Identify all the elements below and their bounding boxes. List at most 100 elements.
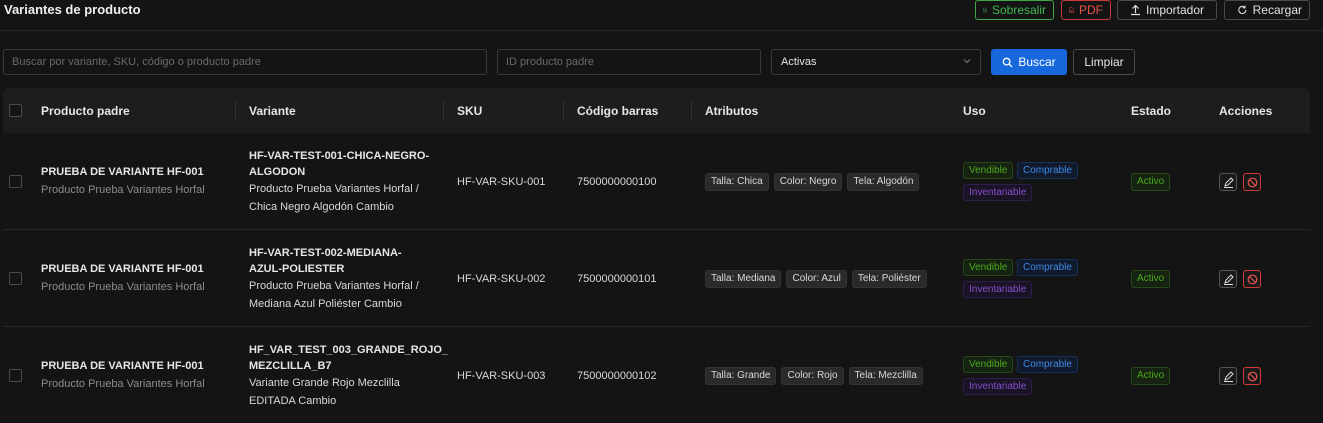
usage-tag-sellable: Vendible	[963, 259, 1014, 276]
importer-button[interactable]: Importador	[1117, 0, 1217, 20]
variant-description-line: Mediana Azul Poliéster Cambio	[249, 298, 402, 310]
column-divider	[691, 101, 692, 121]
export-excel-button[interactable]: Sobresalir	[975, 0, 1054, 20]
column-header: Acciones	[1219, 104, 1273, 118]
column-header[interactable]: SKU	[457, 104, 482, 118]
table-row: PRUEBA DE VARIANTE HF-001 Producto Prueb…	[3, 133, 1310, 230]
attributes-list: Talla: Mediana Color: Azul Tela: Poliést…	[705, 270, 927, 288]
parent-product-subtitle: Producto Prueba Variantes Horfal	[41, 184, 205, 196]
variant-code-line: MEZCLILLA_B7	[249, 360, 332, 372]
pdf-file-icon	[1069, 7, 1074, 13]
table-row: PRUEBA DE VARIANTE HF-001 Producto Prueb…	[3, 230, 1310, 327]
attribute-tag: Tela: Poliéster	[851, 270, 927, 288]
column-divider	[443, 101, 444, 121]
column-divider	[563, 101, 564, 121]
export-excel-label: Sobresalir	[991, 3, 1046, 17]
attributes-list: Talla: Grande Color: Rojo Tela: Mezclill…	[705, 367, 923, 385]
parent-product-name: PRUEBA DE VARIANTE HF-001	[41, 166, 204, 178]
column-header[interactable]: Variante	[249, 104, 296, 118]
parent-product-subtitle: Producto Prueba Variantes Horfal	[41, 281, 205, 293]
column-header[interactable]: Producto padre	[41, 104, 130, 118]
barcode-value: 7500000000100	[577, 176, 657, 188]
row-checkbox[interactable]	[9, 175, 22, 188]
row-checkbox[interactable]	[9, 369, 22, 382]
barcode-value: 7500000000102	[577, 370, 657, 382]
usage-tag-inventoriable: Inventariable	[963, 184, 1033, 201]
attribute-tag: Talla: Mediana	[705, 270, 782, 288]
usage-tag-purchasable: Comprable	[1017, 162, 1078, 179]
barcode-value: 7500000000101	[577, 273, 657, 285]
variant-code-line: HF_VAR_TEST_003_GRANDE_ROJO_	[249, 344, 449, 356]
status-badge: Activo	[1131, 270, 1171, 288]
parent-product-name: PRUEBA DE VARIANTE HF-001	[41, 360, 204, 372]
pencil-icon	[1223, 273, 1234, 285]
usage-tag-purchasable: Comprable	[1017, 259, 1078, 276]
disable-button[interactable]	[1243, 367, 1261, 385]
variant-description-line: Chica Negro Algodón Cambio	[249, 201, 394, 213]
search-input[interactable]	[3, 49, 487, 75]
status-badge: Activo	[1131, 173, 1171, 191]
table-header: Producto padre Variante SKU Código barra…	[3, 88, 1310, 133]
reload-label: Recargar	[1252, 3, 1302, 17]
edit-button[interactable]	[1219, 270, 1237, 288]
chevron-down-icon	[963, 59, 971, 64]
usage-tag-sellable: Vendible	[963, 356, 1014, 373]
upload-icon	[1131, 4, 1140, 16]
export-pdf-button[interactable]: PDF	[1061, 0, 1111, 20]
column-header[interactable]: Código barras	[577, 104, 658, 118]
search-button[interactable]: Buscar	[991, 49, 1067, 75]
clear-button[interactable]: Limpiar	[1073, 49, 1135, 75]
block-icon	[1247, 177, 1257, 187]
table-row: PRUEBA DE VARIANTE HF-001 Producto Prueb…	[3, 327, 1310, 423]
usage-tag-inventoriable: Inventariable	[963, 378, 1033, 395]
variant-code-line: HF-VAR-TEST-001-CHICA-NEGRO-	[249, 150, 430, 162]
usage-tag-purchasable: Comprable	[1017, 356, 1078, 373]
variant-description-line: Producto Prueba Variantes Horfal /	[249, 183, 419, 195]
attributes-list: Talla: Chica Color: Negro Tela: Algodón	[705, 173, 920, 191]
status-badge: Activo	[1131, 367, 1171, 385]
column-header[interactable]: Atributos	[705, 104, 758, 118]
row-checkbox[interactable]	[9, 272, 22, 285]
parent-product-subtitle: Producto Prueba Variantes Horfal	[41, 378, 205, 390]
reload-button[interactable]: Recargar	[1224, 0, 1310, 20]
block-icon	[1247, 274, 1257, 284]
importer-label: Importador	[1146, 3, 1205, 17]
attribute-tag: Color: Azul	[786, 270, 847, 288]
usage-tag-sellable: Vendible	[963, 162, 1014, 179]
variant-code-line: HF-VAR-TEST-002-MEDIANA-	[249, 247, 402, 259]
sku-value: HF-VAR-SKU-001	[457, 176, 546, 188]
block-icon	[1247, 371, 1257, 381]
parent-product-name: PRUEBA DE VARIANTE HF-001	[41, 263, 204, 275]
attribute-tag: Talla: Chica	[705, 173, 769, 191]
parent-id-input[interactable]	[497, 49, 761, 75]
attribute-tag: Talla: Grande	[705, 367, 777, 385]
usage-tag-inventoriable: Inventariable	[963, 281, 1033, 298]
status-select-value: Activas	[781, 56, 817, 68]
search-icon	[1002, 57, 1013, 68]
variant-description-line: Producto Prueba Variantes Horfal /	[249, 280, 419, 292]
column-header[interactable]: Estado	[1131, 104, 1171, 118]
clear-button-label: Limpiar	[1084, 55, 1124, 69]
attribute-tag: Tela: Algodón	[847, 173, 920, 191]
column-divider	[235, 101, 236, 121]
edit-button[interactable]	[1219, 173, 1237, 191]
variants-table: Producto padre Variante SKU Código barra…	[3, 88, 1310, 423]
export-pdf-label: PDF	[1079, 3, 1103, 17]
variant-description-line: EDITADA Cambio	[249, 395, 337, 407]
attribute-tag: Color: Negro	[773, 173, 843, 191]
pencil-icon	[1223, 176, 1234, 188]
reload-icon	[1238, 5, 1247, 15]
variant-code-line: AZUL-POLIESTER	[249, 263, 345, 275]
sku-value: HF-VAR-SKU-003	[457, 370, 546, 382]
page-title: Variantes de producto	[4, 2, 141, 17]
page-header: Variantes de producto Sobresalir PDF Imp…	[0, 0, 1323, 31]
select-all-checkbox[interactable]	[9, 104, 22, 117]
disable-button[interactable]	[1243, 270, 1261, 288]
column-header[interactable]: Uso	[963, 104, 986, 118]
edit-button[interactable]	[1219, 367, 1237, 385]
status-select[interactable]: Activas	[771, 49, 981, 75]
attribute-tag: Tela: Mezclilla	[848, 367, 923, 385]
variant-description-line: Variante Grande Rojo Mezclilla	[249, 377, 400, 389]
sku-value: HF-VAR-SKU-002	[457, 273, 546, 285]
disable-button[interactable]	[1243, 173, 1261, 191]
